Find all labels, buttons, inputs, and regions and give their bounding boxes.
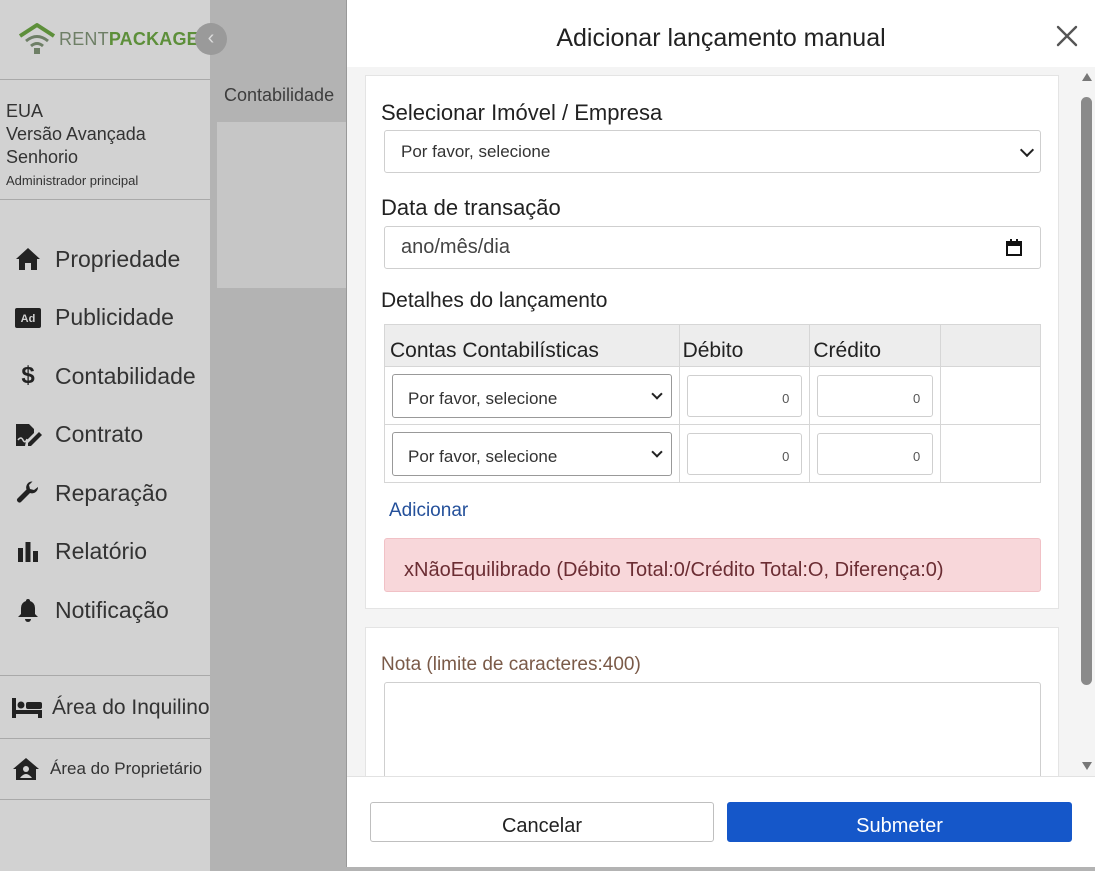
ad-icon: Ad — [14, 307, 42, 328]
account-select[interactable]: Por favor, selecione — [392, 431, 672, 476]
sidebar-item-reparacao[interactable]: Reparação — [0, 464, 210, 523]
add-manual-entry-modal: Adicionar lançamento manual Selecionar I… — [346, 0, 1095, 867]
details-label: Detalhes do lançamento — [381, 289, 608, 312]
sidebar-item-notificacao[interactable]: Notificação — [0, 581, 210, 640]
sidebar-item-label: Contabilidade — [55, 362, 196, 389]
sidebar-item-contabilidade[interactable]: $ Contabilidade — [0, 347, 210, 406]
table-header-row: Contas Contabilísticas Débito Crédito — [384, 324, 1041, 367]
modal-body: Selecionar Imóvel / Empresa Por favor, s… — [347, 67, 1080, 776]
header-credit: Crédito — [809, 324, 942, 367]
entry-form-panel: Selecionar Imóvel / Empresa Por favor, s… — [365, 75, 1059, 609]
property-select[interactable]: Por favor, selecione — [384, 130, 1041, 173]
modal-header: Adicionar lançamento manual — [347, 0, 1095, 67]
submit-button[interactable]: Submeter — [727, 802, 1072, 842]
chevron-down-icon — [650, 445, 663, 458]
tenant-area-link[interactable]: Área do Inquilino — [0, 675, 210, 739]
contract-icon — [14, 423, 42, 447]
unbalanced-alert: xNãoEquilibrado (Débito Total:0/Crédito … — [384, 538, 1041, 592]
header-actions — [940, 324, 1041, 367]
collapse-sidebar-button[interactable]: ‹ — [195, 23, 227, 55]
header-debit: Débito — [678, 324, 811, 367]
owner-area-label: Área do Proprietário — [50, 759, 203, 778]
sidebar-item-contrato[interactable]: Contrato — [0, 406, 210, 465]
note-textarea[interactable] — [384, 682, 1041, 776]
sidebar-nav: Propriedade Ad Publicidade $ Contabilida… — [0, 230, 210, 640]
sidebar-item-publicidade[interactable]: Ad Publicidade — [0, 289, 210, 348]
table-row: Por favor, selecione 0 0 — [384, 366, 1041, 425]
header-accounts: Contas Contabilísticas — [384, 324, 680, 367]
sidebar-item-label: Relatório — [55, 538, 148, 565]
home-icon — [14, 247, 42, 271]
debit-input[interactable]: 0 — [686, 374, 803, 417]
user-role: Senhorio — [6, 147, 79, 167]
logo-area: RENTPACKAGE — [0, 0, 210, 80]
sidebar-item-label: Contrato — [55, 421, 144, 448]
bed-icon — [12, 697, 42, 718]
top-bar — [210, 0, 350, 60]
close-icon[interactable] — [1055, 24, 1079, 48]
user-info: EUA Versão Avançada Senhorio Administrad… — [0, 80, 210, 200]
chevron-down-icon — [1019, 142, 1035, 157]
sidebar-item-label: Publicidade — [55, 304, 174, 331]
breadcrumb: Contabilidade — [224, 85, 335, 105]
calendar-icon[interactable] — [1006, 239, 1022, 256]
date-label: Data de transação — [381, 195, 561, 220]
sidebar-item-label: Notificação — [55, 596, 169, 623]
add-line-link[interactable]: Adicionar — [389, 500, 468, 522]
user-edition: Versão Avançada — [6, 124, 146, 144]
note-panel: Nota (limite de caracteres:400) — [365, 627, 1059, 776]
property-label: Selecionar Imóvel / Empresa — [381, 100, 663, 125]
logo-text: RENTPACKAGE — [59, 29, 199, 49]
owner-area-link[interactable]: Área do Proprietário — [0, 738, 210, 800]
user-subrole: Administrador principal — [6, 173, 139, 188]
sidebar: RENTPACKAGE EUA Versão Avançada Senhorio… — [0, 0, 210, 871]
sidebar-item-relatorio[interactable]: Relatório — [0, 523, 210, 582]
svg-text:Ad: Ad — [21, 313, 36, 325]
date-placeholder: ano/mês/dia — [401, 236, 510, 258]
chevron-down-icon — [650, 387, 663, 400]
background-card — [217, 122, 350, 288]
table-row: Por favor, selecione 0 0 — [384, 424, 1041, 483]
row-action-cell — [940, 424, 1041, 483]
note-label: Nota (limite de caracteres:400) — [381, 654, 641, 675]
bell-icon — [14, 598, 42, 623]
cancel-button[interactable]: Cancelar — [370, 802, 714, 842]
property-select-value: Por favor, selecione — [401, 141, 551, 161]
row-action-cell — [940, 366, 1041, 425]
scroll-up-arrow-icon[interactable] — [1082, 73, 1092, 81]
modal-scrollbar[interactable] — [1079, 67, 1095, 776]
bar-chart-icon — [14, 541, 42, 562]
modal-footer: Cancelar Submeter — [347, 776, 1095, 867]
sidebar-item-label: Reparação — [55, 479, 168, 506]
house-user-icon — [12, 757, 40, 781]
credit-input[interactable]: 0 — [817, 432, 934, 475]
scroll-thumb[interactable] — [1081, 97, 1092, 685]
wrench-icon — [14, 481, 42, 505]
user-country: EUA — [6, 101, 44, 121]
tenant-area-label: Área do Inquilino — [52, 695, 210, 719]
debit-input[interactable]: 0 — [686, 432, 803, 475]
dollar-icon: $ — [21, 362, 35, 390]
scroll-down-arrow-icon[interactable] — [1082, 762, 1092, 770]
credit-input[interactable]: 0 — [817, 374, 934, 417]
entry-lines-table: Contas Contabilísticas Débito Crédito Po… — [384, 324, 1041, 483]
logo-wifi-house-icon — [18, 23, 56, 54]
sidebar-item-label: Propriedade — [55, 245, 181, 272]
sidebar-item-propriedade[interactable]: Propriedade — [0, 230, 210, 289]
transaction-date-input[interactable]: ano/mês/dia — [384, 226, 1041, 269]
modal-title: Adicionar lançamento manual — [556, 24, 886, 52]
account-select[interactable]: Por favor, selecione — [392, 373, 672, 418]
